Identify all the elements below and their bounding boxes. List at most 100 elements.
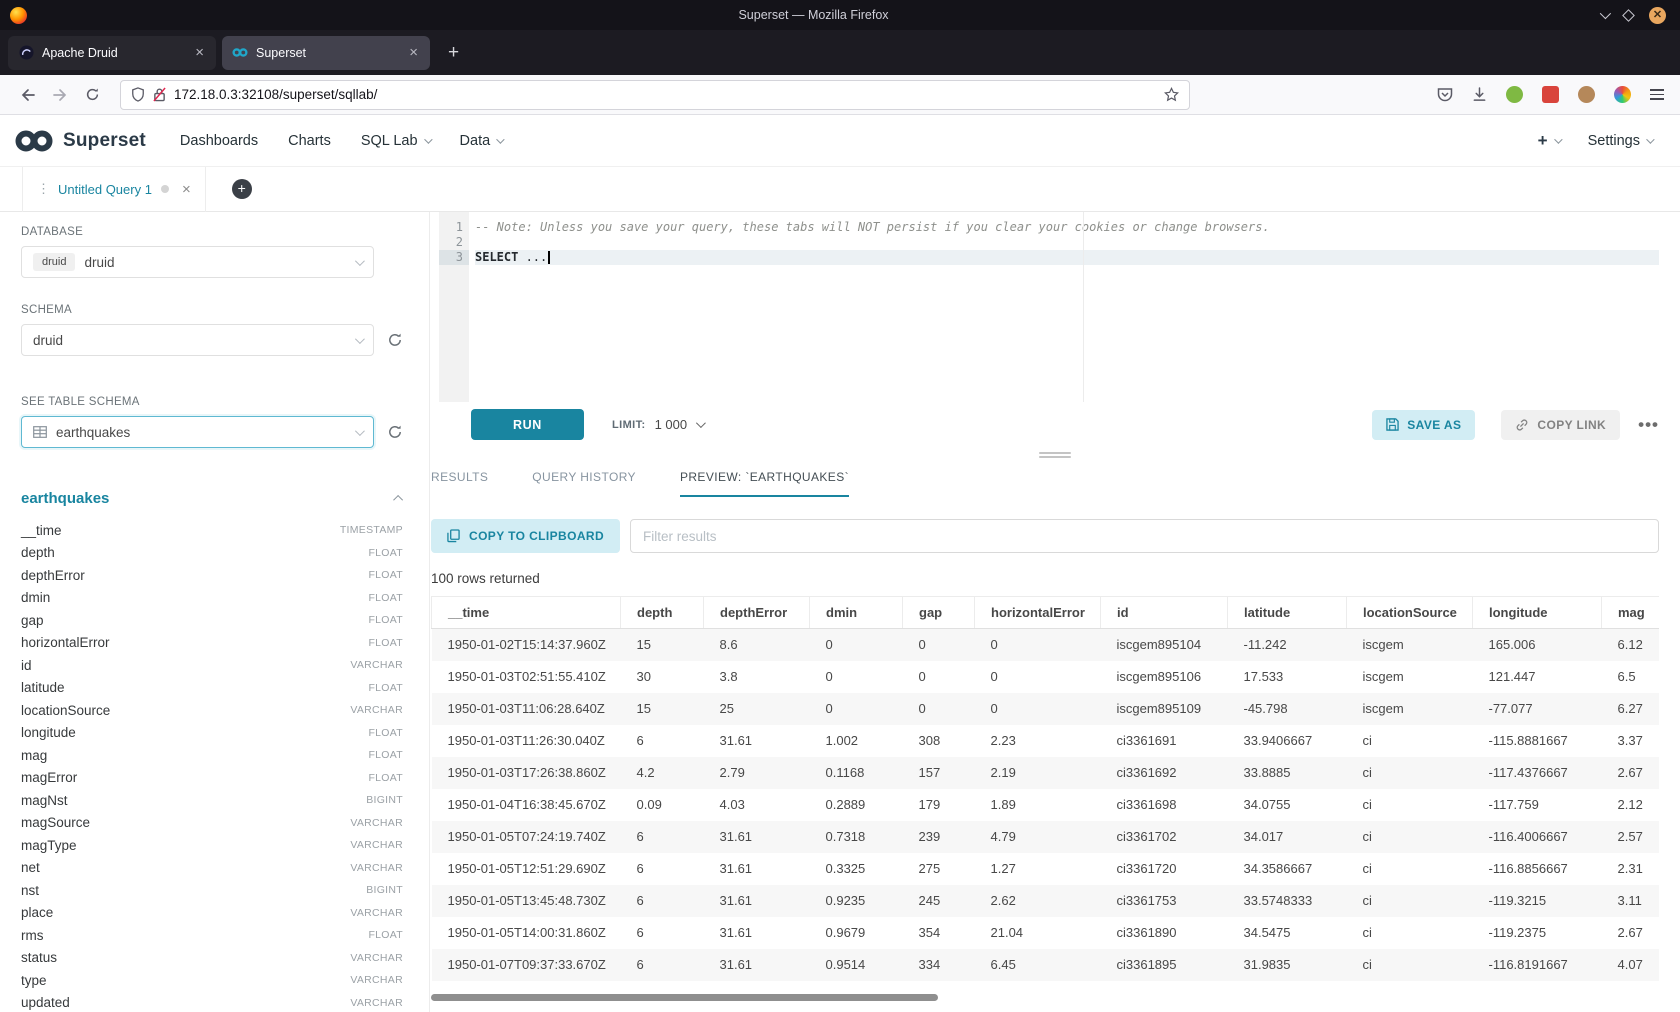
table-schema-panel: earthquakes __timeTIMESTAMPdepthFLOATdep…	[21, 490, 403, 1012]
table-select[interactable]: earthquakes	[21, 416, 374, 448]
scrollbar-thumb[interactable]	[431, 994, 938, 1001]
column-header[interactable]: mag	[1602, 597, 1660, 629]
window-close-button[interactable]: ✕	[1649, 7, 1666, 24]
schema-column-row[interactable]: netVARCHAR	[21, 857, 403, 880]
table-cell: 31.61	[704, 917, 810, 949]
tab-preview-earthquakes[interactable]: PREVIEW: `EARTHQUAKES`	[680, 470, 849, 497]
code-empty-line	[475, 235, 1659, 250]
new-item-button[interactable]: +	[1538, 131, 1560, 151]
schema-column-row[interactable]: latitudeFLOAT	[21, 677, 403, 700]
extension-pinwheel-icon[interactable]	[1614, 86, 1631, 103]
more-actions-button[interactable]: •••	[1638, 415, 1659, 435]
column-header[interactable]: horizontalError	[975, 597, 1101, 629]
collapse-chevron-up-icon[interactable]	[393, 495, 403, 505]
add-query-tab-button[interactable]: +	[232, 179, 252, 199]
column-header[interactable]: longitude	[1473, 597, 1602, 629]
extension-green-icon[interactable]	[1506, 86, 1523, 103]
insecure-lock-icon[interactable]	[153, 87, 166, 102]
schema-column-row[interactable]: longitudeFLOAT	[21, 722, 403, 745]
schema-column-row[interactable]: dminFLOAT	[21, 587, 403, 610]
browser-tab-superset[interactable]: Superset ×	[222, 36, 430, 70]
save-as-button[interactable]: SAVE AS	[1372, 410, 1475, 440]
query-tab-close-icon[interactable]: ×	[182, 181, 191, 198]
sql-editor[interactable]: 1 2 3 -- Note: Unless you save your quer…	[439, 212, 1659, 402]
schema-column-row[interactable]: horizontalErrorFLOAT	[21, 632, 403, 655]
table-cell: 0.1168	[810, 757, 903, 789]
schema-column-row[interactable]: updatedVARCHAR	[21, 992, 403, 1012]
column-header[interactable]: depthError	[704, 597, 810, 629]
nav-item-charts[interactable]: Charts	[288, 133, 331, 149]
pocket-icon[interactable]	[1437, 87, 1453, 102]
schema-column-row[interactable]: idVARCHAR	[21, 654, 403, 677]
query-tab-bar: ⋮ Untitled Query 1 × +	[0, 167, 1680, 212]
extension-shield-icon[interactable]	[1542, 86, 1559, 103]
window-minimize-button[interactable]	[1600, 8, 1611, 19]
column-header[interactable]: id	[1101, 597, 1228, 629]
run-button[interactable]: RUN	[471, 409, 584, 440]
limit-dropdown[interactable]: LIMIT: 1 000	[612, 417, 703, 432]
settings-menu[interactable]: Settings	[1588, 133, 1652, 149]
column-header[interactable]: gap	[903, 597, 975, 629]
column-header[interactable]: __time	[432, 597, 621, 629]
url-bar[interactable]: 172.18.0.3:32108/superset/sqllab/	[120, 80, 1190, 110]
extension-avatar-icon[interactable]	[1578, 86, 1595, 103]
downloads-icon[interactable]	[1472, 87, 1487, 102]
back-button[interactable]	[12, 81, 44, 109]
tab-close-icon[interactable]: ×	[407, 44, 420, 61]
schema-select[interactable]: druid	[21, 324, 374, 356]
browser-tab-apache-druid[interactable]: Apache Druid ×	[8, 36, 216, 70]
schema-column-row[interactable]: typeVARCHAR	[21, 969, 403, 992]
column-header[interactable]: depth	[621, 597, 704, 629]
shield-icon[interactable]	[131, 87, 145, 102]
table-cell: 34.3586667	[1228, 853, 1347, 885]
window-maximize-button[interactable]	[1622, 9, 1635, 22]
tab-results[interactable]: RESULTS	[431, 470, 488, 497]
tab-menu-icon[interactable]: ⋮	[37, 181, 49, 197]
schema-column-row[interactable]: statusVARCHAR	[21, 947, 403, 970]
schema-column-row[interactable]: nstBIGINT	[21, 879, 403, 902]
copy-link-button[interactable]: COPY LINK	[1501, 410, 1620, 440]
column-header[interactable]: dmin	[810, 597, 903, 629]
schema-column-row[interactable]: magSourceVARCHAR	[21, 812, 403, 835]
table-cell: 4.79	[975, 821, 1101, 853]
tab-close-icon[interactable]: ×	[193, 44, 206, 61]
schema-column-row[interactable]: locationSourceVARCHAR	[21, 699, 403, 722]
table-cell: 1.002	[810, 725, 903, 757]
refresh-tables-icon[interactable]	[387, 424, 403, 440]
pane-resize-handle[interactable]	[430, 447, 1680, 463]
schema-column-row[interactable]: magFLOAT	[21, 744, 403, 767]
filter-results-input[interactable]	[630, 519, 1659, 553]
schema-column-row[interactable]: depthErrorFLOAT	[21, 564, 403, 587]
browser-window: Superset — Mozilla Firefox ✕ Apache Drui…	[0, 0, 1680, 1012]
reload-button[interactable]	[76, 81, 108, 109]
schema-column-row[interactable]: magErrorFLOAT	[21, 767, 403, 790]
schema-column-row[interactable]: rmsFLOAT	[21, 924, 403, 947]
nav-item-dashboards[interactable]: Dashboards	[180, 133, 258, 149]
database-select[interactable]: druid druid	[21, 246, 374, 278]
bookmark-star-icon[interactable]	[1164, 87, 1179, 102]
schema-column-row[interactable]: magNstBIGINT	[21, 789, 403, 812]
schema-column-row[interactable]: depthFLOAT	[21, 542, 403, 565]
new-tab-button[interactable]: +	[440, 40, 467, 66]
forward-button[interactable]	[44, 81, 76, 109]
column-header[interactable]: latitude	[1228, 597, 1347, 629]
tab-query-history[interactable]: QUERY HISTORY	[532, 470, 636, 497]
table-cell: ci3361720	[1101, 853, 1228, 885]
table-cell: 2.67	[1602, 757, 1660, 789]
save-icon	[1386, 418, 1399, 431]
column-name: nst	[21, 883, 39, 898]
query-tab-untitled-query-1[interactable]: ⋮ Untitled Query 1 ×	[22, 167, 206, 212]
table-cell: 6	[621, 917, 704, 949]
column-header[interactable]: locationSource	[1347, 597, 1473, 629]
nav-item-sql-lab[interactable]: SQL Lab	[361, 133, 430, 149]
menu-icon[interactable]	[1650, 89, 1664, 100]
copy-to-clipboard-button[interactable]: COPY TO CLIPBOARD	[431, 519, 620, 553]
refresh-schema-icon[interactable]	[387, 332, 403, 348]
schema-column-row[interactable]: placeVARCHAR	[21, 902, 403, 925]
nav-item-data[interactable]: Data	[460, 133, 503, 149]
superset-brand[interactable]: Superset	[14, 129, 146, 153]
table-cell: iscgem	[1347, 629, 1473, 661]
schema-column-row[interactable]: magTypeVARCHAR	[21, 834, 403, 857]
schema-column-row[interactable]: gapFLOAT	[21, 609, 403, 632]
schema-column-row[interactable]: __timeTIMESTAMP	[21, 519, 403, 542]
